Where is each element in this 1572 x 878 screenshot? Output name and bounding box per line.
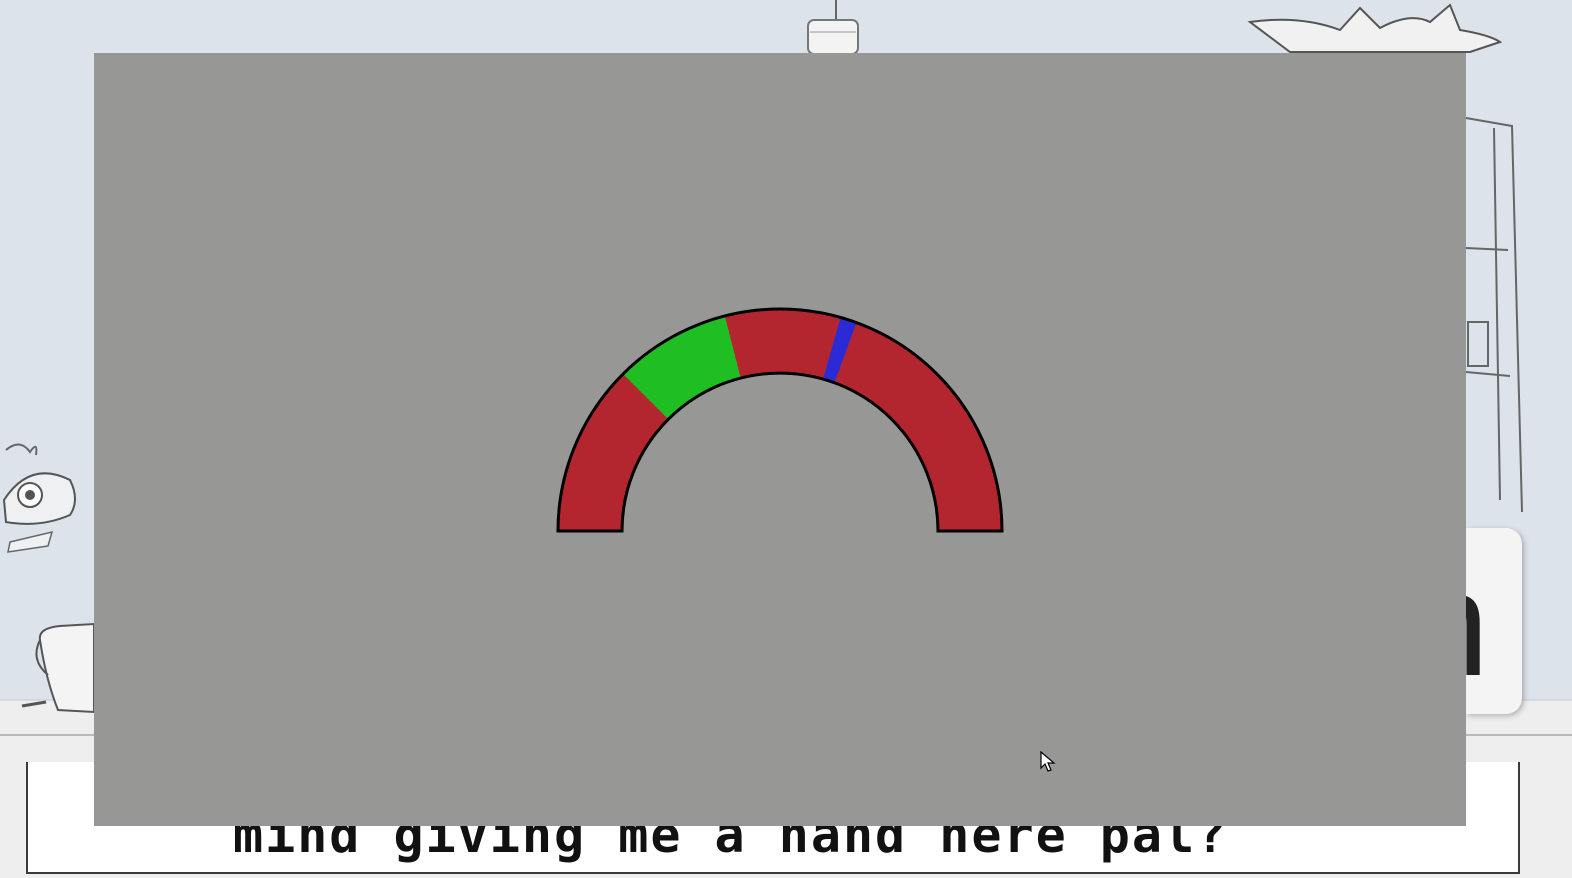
letter-tile-text: n <box>1466 548 1489 698</box>
letter-tile: n <box>1466 528 1522 714</box>
mouse-cursor-icon <box>1040 751 1056 772</box>
minigame-overlay[interactable] <box>94 53 1466 826</box>
timing-gauge[interactable] <box>94 53 1466 826</box>
